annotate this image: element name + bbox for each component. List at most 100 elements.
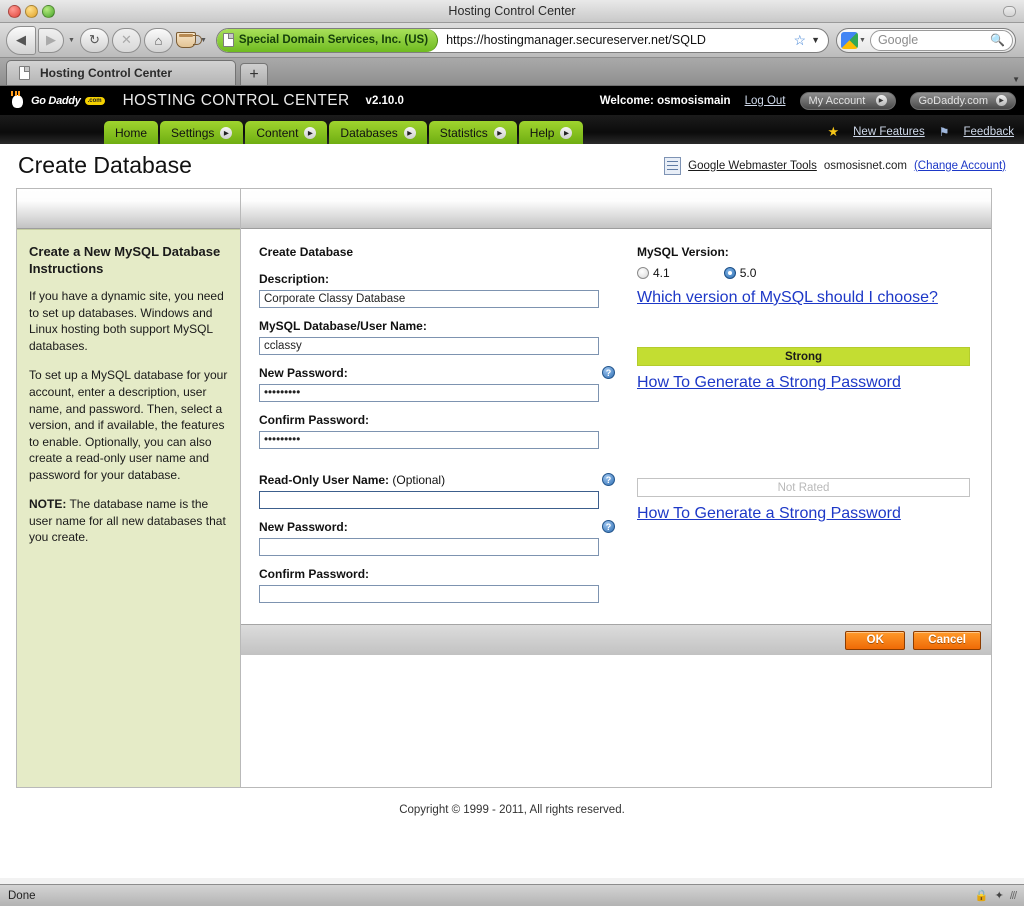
nav-label: Statistics [439,125,488,140]
radio-label: 4.1 [653,266,670,280]
browser-toolbar: ◀ ▶ ▼ ↻ ✕ ⌂ ▼ Special Domain Services, I… [0,23,1024,58]
nav-item-databases[interactable]: Databases ▶ [329,121,427,144]
home-icon: ⌂ [154,32,163,48]
search-placeholder: Google [877,33,919,47]
my-account-button[interactable]: My Account ▶ [799,91,896,110]
google-webmaster-tools-link[interactable]: Google Webmaster Tools [688,160,817,172]
copyright-text: Copyright © 1999 - 2011, All rights rese… [16,788,1008,816]
ev-certificate-badge[interactable]: Special Domain Services, Inc. (US) [216,28,439,52]
help-icon[interactable]: ? [602,520,615,533]
new-features-link[interactable]: New Features [853,126,925,138]
godaddy-bird-icon [8,91,28,110]
radio-mysql-50[interactable]: 5.0 [723,266,757,280]
form-divider [259,460,619,473]
nav-item-settings[interactable]: Settings ▶ [160,121,244,144]
change-account-link[interactable]: (Change Account) [914,160,1006,172]
cancel-button[interactable]: Cancel [913,630,981,650]
document-icon [222,33,234,47]
godaddy-com-button[interactable]: GoDaddy.com ▶ [909,91,1016,110]
plugin-icon[interactable]: ✦ [995,889,1004,902]
readonly-new-password-input[interactable] [259,538,599,556]
arrow-right-icon: ▶ [403,126,416,139]
readonly-confirm-password-input[interactable] [259,585,599,603]
godaddy-logo[interactable]: Go Daddy .com [8,91,105,110]
nav-item-help[interactable]: Help ▶ [518,121,584,144]
nav-item-home[interactable]: Home [104,121,159,144]
generate-strong-password-link-secondary[interactable]: How To Generate a Strong Password [637,505,971,523]
instructions-box: Create a New MySQL Database Instructions… [17,229,240,787]
instructions-note: NOTE: The database name is the user name… [29,496,228,546]
description-input[interactable] [259,290,599,308]
field-description: Description: [259,272,619,308]
tab-list-button[interactable]: ▼ [1012,76,1020,84]
password-strength-text: Strong [784,350,823,363]
minimize-window-button[interactable] [25,5,38,18]
new-tab-button[interactable]: + [240,63,268,85]
help-icon[interactable]: ? [602,473,615,486]
radio-icon [637,267,649,279]
back-arrow-icon: ◀ [16,32,26,47]
app-header: Go Daddy .com HOSTING CONTROL CENTER v2.… [0,86,1024,115]
close-window-button[interactable] [8,5,21,18]
log-out-link[interactable]: Log Out [745,95,786,107]
zoom-window-button[interactable] [42,5,55,18]
resize-grip-icon[interactable]: /// [1010,890,1017,902]
address-bar[interactable]: Special Domain Services, Inc. (US) https… [215,27,829,53]
account-domain-label: osmosisnet.com [823,159,907,172]
cancel-label: Cancel [928,634,966,646]
webmaster-tools-icon [664,156,682,175]
document-icon [19,66,30,80]
back-button[interactable]: ◀ [6,25,36,55]
readonly-optional-text: (Optional) [389,473,446,487]
page-header: Create Database Google Webmaster Tools o… [0,144,1024,188]
nav-item-statistics[interactable]: Statistics ▶ [428,121,517,144]
magnifier-icon[interactable]: 🔍 [990,33,1005,47]
stop-button[interactable]: ✕ [111,27,141,53]
search-input[interactable]: Google 🔍 [869,29,1013,51]
confirm-password-input[interactable] [259,431,599,449]
lock-icon[interactable]: 🔒 [975,889,989,902]
search-box[interactable]: ▼ Google 🔍 [836,27,1016,53]
readonly-confirm-password-label: Confirm Password: [259,567,370,581]
ok-button[interactable]: OK [845,630,906,650]
field-confirm-password: Confirm Password: [259,413,619,449]
toolbar-toggle-button[interactable] [1003,6,1016,17]
home-button[interactable]: ⌂ [143,27,173,53]
history-dropdown-icon[interactable]: ▼ [68,37,75,44]
new-password-input[interactable] [259,384,599,402]
reload-button[interactable]: ↻ [79,27,109,53]
nav-item-content[interactable]: Content ▶ [245,121,328,144]
header-right-group: Welcome: osmosismain Log Out My Account … [599,91,1016,110]
status-bar-right: 🔒 ✦ /// [975,889,1017,903]
radio-mysql-41[interactable]: 4.1 [637,266,670,280]
welcome-label: Welcome: osmosismain [599,94,731,107]
generate-strong-password-link-primary[interactable]: How To Generate a Strong Password [637,374,971,392]
form-area: Create Database Description: MySQL Datab… [241,229,991,624]
url-text[interactable]: https://hostingmanager.secureserver.net/… [438,33,791,47]
mysql-version-label: MySQL Version: [637,245,729,259]
chevron-down-icon[interactable]: ▼ [808,35,828,45]
forward-button[interactable]: ▶ [38,27,64,53]
feedback-link[interactable]: Feedback [963,126,1014,138]
plus-icon: + [249,65,259,83]
help-icon[interactable]: ? [602,366,615,379]
tab-hosting-control-center[interactable]: Hosting Control Center [6,60,236,85]
google-icon[interactable] [841,31,858,49]
godaddy-com-label: GoDaddy.com [918,94,989,107]
coffee-cup-icon[interactable] [175,32,202,48]
db-user-name-label: MySQL Database/User Name: [259,319,427,333]
window-titlebar: Hosting Control Center [0,0,1024,23]
form-left-column: Create Database Description: MySQL Datab… [259,245,619,614]
readonly-user-name-input[interactable] [259,491,599,509]
logo-badge: .com [84,96,105,105]
status-text: Done [8,889,36,902]
star-icon[interactable]: ☆ [792,32,809,49]
chevron-down-icon[interactable]: ▼ [859,37,866,44]
radio-label: 5.0 [739,266,757,280]
db-user-name-input[interactable] [259,337,599,355]
mysql-version-help-link[interactable]: Which version of MySQL should I choose? [637,289,971,307]
panel-action-bar: OK Cancel [241,624,991,655]
main-navigation: Home Settings ▶ Content ▶ Databases ▶ St… [0,115,1024,144]
product-title: HOSTING CONTROL CENTER [122,91,350,109]
close-icon: ✕ [120,32,132,47]
